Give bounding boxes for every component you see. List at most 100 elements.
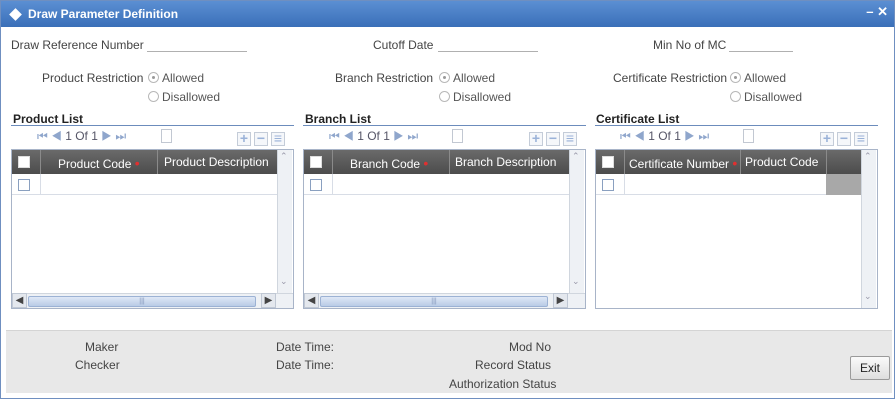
maker-label: Maker: [85, 340, 119, 354]
branch-list-title: Branch List: [305, 112, 372, 126]
cutoff-date-label: Cutoff Date: [373, 38, 434, 52]
scroll-thumb[interactable]: |||: [320, 296, 548, 307]
window-diamond-icon: [9, 8, 22, 21]
certificate-restriction-disallowed-radio[interactable]: Disallowed: [730, 90, 802, 104]
product-list-header: Product Code • Product Description: [12, 150, 277, 174]
branch-list-vscroll[interactable]: ⌃ ⌄: [569, 150, 584, 293]
column-header-product-code[interactable]: Product Code •: [58, 155, 140, 171]
radio-selected-icon: [730, 72, 741, 83]
audit-footer: Maker Checker Date Time: Date Time: Mod …: [6, 330, 892, 393]
next-page-icon[interactable]: ▶: [101, 129, 112, 143]
column-header-certificate-number[interactable]: Certificate Number •: [629, 155, 737, 171]
table-row[interactable]: [304, 174, 569, 195]
last-page-icon[interactable]: ⏭: [407, 129, 418, 143]
branch-list-pager: ⏮ ◀ 1 Of 1 ▶ ⏭: [329, 129, 418, 144]
next-page-icon[interactable]: ▶: [684, 129, 695, 143]
cutoff-date-input[interactable]: [438, 51, 538, 52]
certificate-list-header: Certificate Number • Product Code: [596, 150, 861, 174]
certificate-list-pager: ⏮ ◀ 1 Of 1 ▶ ⏭: [620, 129, 709, 144]
delete-row-icon[interactable]: −: [546, 131, 560, 146]
scroll-thumb[interactable]: |||: [28, 296, 256, 307]
select-all-checkbox[interactable]: [310, 156, 322, 168]
scroll-right-icon[interactable]: ▶: [553, 293, 568, 308]
draw-reference-number-label: Draw Reference Number: [11, 38, 144, 52]
scroll-up-icon[interactable]: ⌃: [280, 151, 288, 162]
product-list-pager: ⏮ ◀ 1 Of 1 ▶ ⏭: [37, 129, 126, 144]
product-list-vscroll[interactable]: ⌃ ⌄: [277, 150, 292, 293]
radio-empty-icon: [730, 91, 741, 102]
product-list-hscroll[interactable]: ◀ ||| ▶: [12, 293, 293, 308]
pager-text: 1 Of 1: [648, 129, 681, 143]
next-page-icon[interactable]: ▶: [393, 129, 404, 143]
pager-text: 1 Of 1: [65, 129, 98, 143]
scroll-down-icon[interactable]: ⌄: [280, 276, 288, 287]
column-header-branch-code[interactable]: Branch Code •: [350, 155, 428, 171]
draw-parameter-definition-window: Draw Parameter Definition – ✕ Draw Refer…: [0, 0, 895, 399]
select-all-checkbox[interactable]: [602, 156, 614, 168]
branch-restriction-disallowed-radio[interactable]: Disallowed: [439, 90, 511, 104]
product-list-divider: [11, 125, 294, 126]
prev-page-icon[interactable]: ◀: [51, 129, 62, 143]
title-bar: Draw Parameter Definition – ✕: [1, 1, 894, 27]
checker-label: Checker: [75, 358, 120, 372]
product-list-grid: Product Code • Product Description ⌃ ⌄ ◀…: [11, 149, 294, 309]
column-header-product-description[interactable]: Product Description: [164, 155, 269, 169]
prev-page-icon[interactable]: ◀: [634, 129, 645, 143]
scroll-down-icon[interactable]: ⌄: [864, 291, 872, 302]
product-restriction-allowed-radio[interactable]: Allowed: [148, 71, 204, 85]
delete-row-icon[interactable]: −: [254, 131, 268, 146]
branch-restriction-allowed-radio[interactable]: Allowed: [439, 71, 495, 85]
certificate-restriction-label: Certificate Restriction: [613, 71, 728, 85]
column-header-product-code[interactable]: Product Code: [745, 155, 818, 169]
scroll-right-icon[interactable]: ▶: [261, 293, 276, 308]
row-checkbox[interactable]: [18, 179, 30, 191]
product-list-page-input[interactable]: [161, 129, 172, 143]
first-page-icon[interactable]: ⏮: [37, 129, 48, 143]
branch-restriction-label: Branch Restriction: [335, 71, 434, 85]
add-row-icon[interactable]: +: [529, 131, 543, 146]
first-page-icon[interactable]: ⏮: [329, 129, 340, 143]
certificate-list-page-input[interactable]: [743, 129, 754, 143]
scroll-down-icon[interactable]: ⌄: [572, 276, 580, 287]
scroll-left-icon[interactable]: ◀: [12, 293, 27, 308]
row-checkbox[interactable]: [602, 179, 614, 191]
first-page-icon[interactable]: ⏮: [620, 129, 631, 143]
scroll-up-icon[interactable]: ⌃: [864, 151, 872, 162]
certificate-list-divider: [595, 125, 878, 126]
add-row-icon[interactable]: +: [820, 131, 834, 146]
scroll-up-icon[interactable]: ⌃: [572, 151, 580, 162]
table-row[interactable]: [596, 174, 861, 195]
scroll-left-icon[interactable]: ◀: [304, 293, 319, 308]
single-view-icon[interactable]: ≡: [854, 131, 868, 146]
branch-list-divider: [303, 125, 586, 126]
authorization-status-label: Authorization Status: [449, 377, 557, 391]
exit-button[interactable]: Exit: [850, 356, 890, 380]
product-list-title: Product List: [13, 112, 84, 126]
last-page-icon[interactable]: ⏭: [115, 129, 126, 143]
product-restriction-disallowed-radio[interactable]: Disallowed: [148, 90, 220, 104]
window-controls[interactable]: – ✕: [866, 4, 888, 20]
mod-no-label: Mod No: [509, 340, 552, 354]
pager-text: 1 Of 1: [357, 129, 390, 143]
certificate-restriction-allowed-radio[interactable]: Allowed: [730, 71, 786, 85]
prev-page-icon[interactable]: ◀: [343, 129, 354, 143]
radio-empty-icon: [148, 91, 159, 102]
radio-selected-icon: [148, 72, 159, 83]
draw-reference-number-input[interactable]: [147, 51, 247, 52]
row-checkbox[interactable]: [310, 179, 322, 191]
select-all-checkbox[interactable]: [18, 156, 30, 168]
single-view-icon[interactable]: ≡: [271, 131, 285, 146]
branch-list-hscroll[interactable]: ◀ ||| ▶: [304, 293, 585, 308]
table-row[interactable]: [12, 174, 277, 195]
delete-row-icon[interactable]: −: [837, 131, 851, 146]
add-row-icon[interactable]: +: [237, 131, 251, 146]
single-view-icon[interactable]: ≡: [563, 131, 577, 146]
certificate-list-vscroll[interactable]: ⌃ ⌄: [861, 150, 876, 308]
radio-selected-icon: [439, 72, 450, 83]
certificate-list-title: Certificate List: [596, 112, 680, 126]
min-no-of-mc-input[interactable]: [729, 51, 793, 52]
last-page-icon[interactable]: ⏭: [698, 129, 709, 143]
column-header-branch-description[interactable]: Branch Description: [455, 155, 556, 169]
branch-list-page-input[interactable]: [452, 129, 463, 143]
maker-date-time-label: Date Time:: [276, 340, 335, 354]
